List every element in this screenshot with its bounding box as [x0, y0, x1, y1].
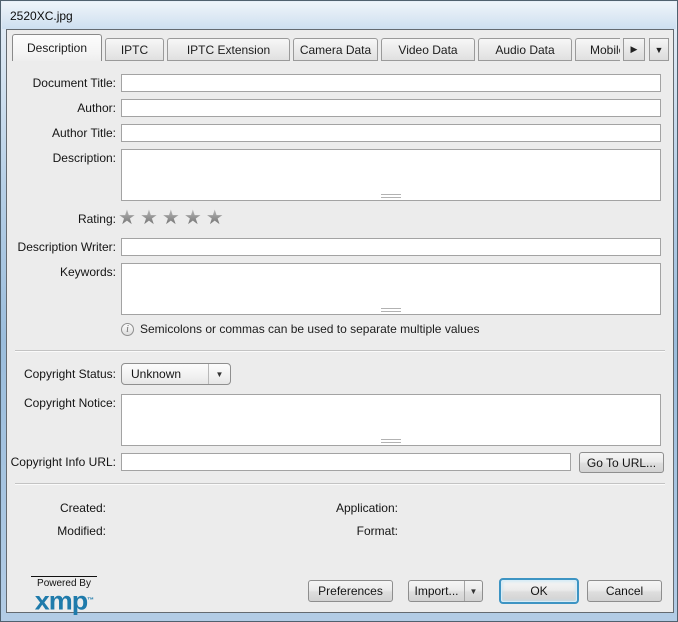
tab-scroll-right-icon[interactable]: ▶ [623, 38, 645, 61]
preferences-button[interactable]: Preferences [308, 580, 393, 602]
import-button[interactable]: Import... [409, 581, 464, 601]
ok-default-ring: OK [499, 578, 579, 604]
document-title-input[interactable] [121, 74, 661, 92]
tab-bar: Description IPTC IPTC Extension Camera D… [12, 34, 669, 61]
titlebar: 2520XC.jpg [2, 2, 676, 29]
copyright-notice-textarea-wrap [121, 394, 661, 446]
star-icon[interactable]: ★ [206, 208, 224, 228]
copyright-status-label: Copyright Status: [7, 367, 116, 381]
author-title-input[interactable] [121, 124, 661, 142]
copyright-status-dropdown[interactable]: Unknown ▼ [121, 363, 231, 385]
star-icon[interactable]: ★ [140, 208, 158, 228]
star-icon[interactable]: ★ [162, 208, 180, 228]
star-icon[interactable]: ★ [184, 208, 202, 228]
format-label: Format: [207, 524, 398, 538]
tab-mobile-swf[interactable]: Mobile SW [575, 38, 620, 61]
modified-label: Modified: [7, 524, 106, 538]
tab-description[interactable]: Description [12, 34, 102, 61]
xmp-logo-text: xmp™ [35, 590, 94, 614]
created-label: Created: [7, 501, 106, 515]
import-split-button: Import... ▼ [408, 580, 483, 602]
keywords-label: Keywords: [7, 265, 116, 279]
window-title: 2520XC.jpg [10, 9, 73, 23]
description-writer-label: Description Writer: [7, 240, 116, 254]
rating-stars: ★ ★ ★ ★ ★ [118, 208, 224, 228]
file-info-dialog: Description IPTC IPTC Extension Camera D… [6, 29, 674, 613]
resize-grip-icon[interactable] [381, 308, 401, 312]
author-title-label: Author Title: [7, 126, 116, 140]
xmp-logo: Powered By xmp™ [31, 576, 97, 615]
file-info-window: 2520XC.jpg Description IPTC IPTC Extensi… [0, 0, 678, 622]
chevron-down-icon[interactable]: ▼ [208, 364, 230, 384]
keywords-hint-row: i Semicolons or commas can be used to se… [121, 322, 480, 336]
description-writer-input[interactable] [121, 238, 661, 256]
application-label: Application: [207, 501, 398, 515]
document-title-label: Document Title: [7, 76, 116, 90]
trademark-symbol: ™ [87, 597, 93, 604]
resize-grip-icon[interactable] [381, 194, 401, 198]
import-dropdown-icon[interactable]: ▼ [464, 581, 482, 601]
author-label: Author: [7, 101, 116, 115]
copyright-status-value: Unknown [122, 367, 208, 381]
tab-overflow-menu-icon[interactable]: ▼ [649, 38, 669, 61]
cancel-button[interactable]: Cancel [587, 580, 662, 602]
tab-iptc-extension[interactable]: IPTC Extension [167, 38, 290, 61]
tab-camera-data[interactable]: Camera Data [293, 38, 378, 61]
keywords-textarea-wrap [121, 263, 661, 315]
resize-grip-icon[interactable] [381, 439, 401, 443]
keywords-hint-text: Semicolons or commas can be used to sepa… [140, 322, 480, 336]
tab-iptc[interactable]: IPTC [105, 38, 164, 61]
copyright-info-url-input[interactable] [121, 453, 571, 471]
star-icon[interactable]: ★ [118, 208, 136, 228]
tab-video-data[interactable]: Video Data [381, 38, 475, 61]
author-input[interactable] [121, 99, 661, 117]
ok-button[interactable]: OK [502, 581, 576, 601]
info-icon: i [121, 323, 134, 336]
copyright-notice-label: Copyright Notice: [7, 396, 116, 410]
separator [15, 483, 665, 485]
go-to-url-button[interactable]: Go To URL... [579, 452, 664, 473]
description-label: Description: [7, 151, 116, 165]
rating-label: Rating: [7, 212, 116, 226]
description-textarea-wrap [121, 149, 661, 201]
separator [15, 350, 665, 352]
copyright-info-url-label: Copyright Info URL: [7, 455, 116, 469]
tab-audio-data[interactable]: Audio Data [478, 38, 572, 61]
